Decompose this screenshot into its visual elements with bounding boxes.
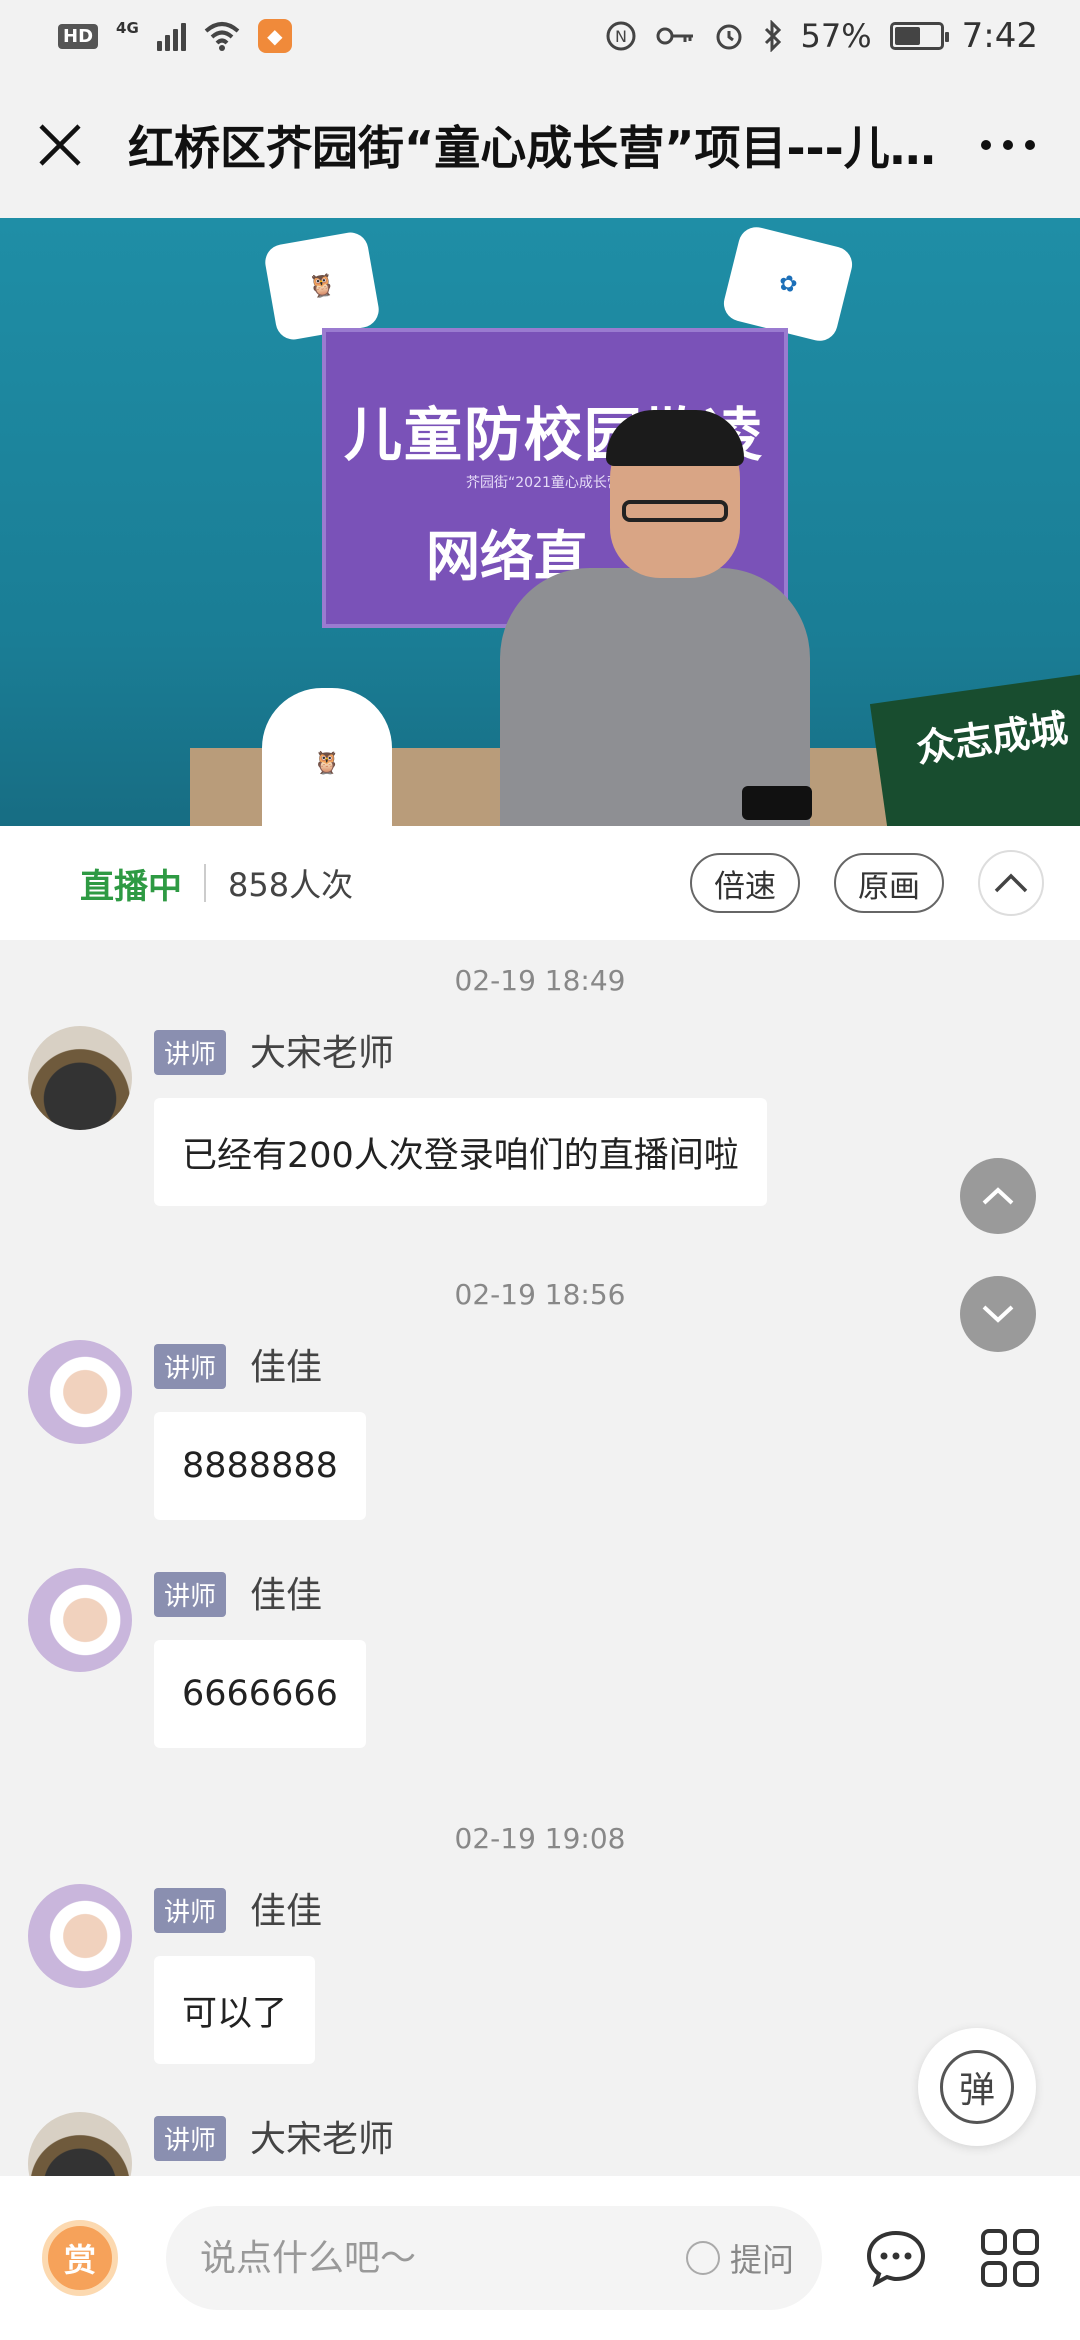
status-right: N 57% 7:42 — [605, 16, 1038, 56]
avatar[interactable] — [28, 1568, 132, 1672]
collapse-video-button[interactable] — [978, 850, 1044, 916]
more-dots-icon — [981, 140, 1035, 150]
reward-button[interactable]: 赏 — [42, 2220, 118, 2296]
chevron-up-icon — [994, 873, 1028, 893]
avatar[interactable] — [28, 1884, 132, 1988]
close-button[interactable] — [32, 117, 88, 173]
message-bubble: 已经有200人次登录咱们的直播间啦 — [154, 1098, 767, 1206]
timestamp: 02-19 19:08 — [454, 1822, 626, 1855]
page-title: 红桥区芥园街“童心成长营”项目---儿… — [128, 121, 936, 175]
message-bubble: 8888888 — [154, 1412, 366, 1520]
live-info-bar: 直播中 858人次 倍速 原画 — [0, 826, 1080, 940]
sender-name: 佳佳 — [250, 1347, 323, 1388]
live-video-player[interactable]: 🦉 ✿ 儿童防校园欺凌 芥园街“2021童心成长营” 网络直 🦉 众志成城 — [0, 218, 1080, 826]
message-bubble: 6666666 — [154, 1640, 366, 1748]
live-status: 直播中 — [80, 866, 182, 907]
data-saver-icon: N — [606, 21, 636, 51]
live-stream-page: HD 4G ◆ N 57% 7:42 红桥区芥园街“童心成长营”项目---儿… … — [0, 0, 1080, 2340]
video-presenter-hair — [606, 410, 744, 466]
role-badge: 讲师 — [154, 1572, 227, 1617]
comment-input-box[interactable]: 提问 — [166, 2206, 822, 2310]
timestamp: 02-19 18:49 — [454, 964, 626, 997]
timestamp: 02-19 18:56 — [454, 1278, 626, 1311]
scroll-down-button[interactable] — [960, 1276, 1036, 1352]
sender-name: 大宋老师 — [250, 1033, 395, 1074]
sender-name: 佳佳 — [250, 1575, 323, 1616]
speed-button[interactable]: 倍速 — [690, 853, 800, 913]
ask-label: 提问 — [729, 2241, 794, 2279]
divider — [204, 864, 206, 902]
message-bubble: 可以了 — [154, 1956, 316, 2064]
key-icon — [656, 27, 693, 45]
role-badge: 讲师 — [154, 1030, 227, 1075]
svg-text:N: N — [615, 27, 627, 46]
network-type: 4G — [116, 19, 139, 37]
chat-button[interactable] — [856, 2218, 936, 2298]
role-badge: 讲师 — [154, 1344, 227, 1389]
close-icon — [39, 124, 81, 166]
chevron-up-icon — [982, 1187, 1014, 1205]
danmu-button[interactable]: 弹 — [918, 2028, 1036, 2146]
avatar[interactable] — [28, 1340, 132, 1444]
danmu-label: 弹 — [940, 2050, 1014, 2124]
role-badge: 讲师 — [154, 1888, 227, 1933]
chat-bubble-icon — [866, 2230, 926, 2287]
more-button[interactable] — [968, 115, 1048, 175]
video-presenter-glasses — [622, 500, 728, 522]
bluetooth-icon — [764, 20, 781, 52]
video-banner-right: 众志成城 — [869, 673, 1080, 826]
avatar[interactable] — [28, 1026, 132, 1130]
chevron-down-icon — [982, 1305, 1014, 1323]
apps-button[interactable] — [970, 2218, 1050, 2298]
avatar[interactable] — [28, 2112, 132, 2176]
poster-subtitle: 芥园街“2021童心成长营” — [466, 475, 629, 491]
owl-stand: 🦉 — [262, 688, 392, 826]
status-bar: HD 4G ◆ N 57% 7:42 — [0, 0, 1080, 72]
scroll-up-button[interactable] — [960, 1158, 1036, 1234]
viewer-count: 858人次 — [228, 866, 354, 904]
clock: 7:42 — [961, 16, 1038, 56]
signal-icon — [156, 21, 186, 51]
notification-app-icon: ◆ — [257, 19, 292, 53]
hd-badge: HD — [58, 23, 99, 49]
sender-name: 佳佳 — [250, 1891, 323, 1932]
comment-input[interactable] — [200, 2237, 686, 2279]
radio-icon — [685, 2241, 720, 2275]
ask-question-toggle[interactable]: 提问 — [685, 2235, 794, 2281]
role-badge: 讲师 — [154, 2116, 227, 2161]
sender-name: 大宋老师 — [250, 2119, 395, 2160]
chat-list[interactable]: 02-19 18:49 讲师 大宋老师 已经有200人次登录咱们的直播间啦 02… — [0, 940, 1080, 2176]
battery-icon — [889, 22, 949, 50]
battery-percent: 57% — [800, 17, 872, 55]
wifi-icon — [204, 22, 240, 51]
logo-sticker-right: ✿ — [720, 223, 856, 345]
title-bar: 红桥区芥园街“童心成长营”项目---儿… — [0, 72, 1080, 218]
video-phone-object — [742, 786, 812, 820]
owl-sticker-left: 🦉 — [262, 229, 382, 343]
status-left: HD 4G ◆ — [58, 19, 292, 53]
quality-button[interactable]: 原画 — [834, 853, 944, 913]
grid-apps-icon — [981, 2229, 1039, 2287]
bottom-bar: 赏 提问 — [0, 2176, 1080, 2340]
alarm-icon — [716, 24, 742, 50]
